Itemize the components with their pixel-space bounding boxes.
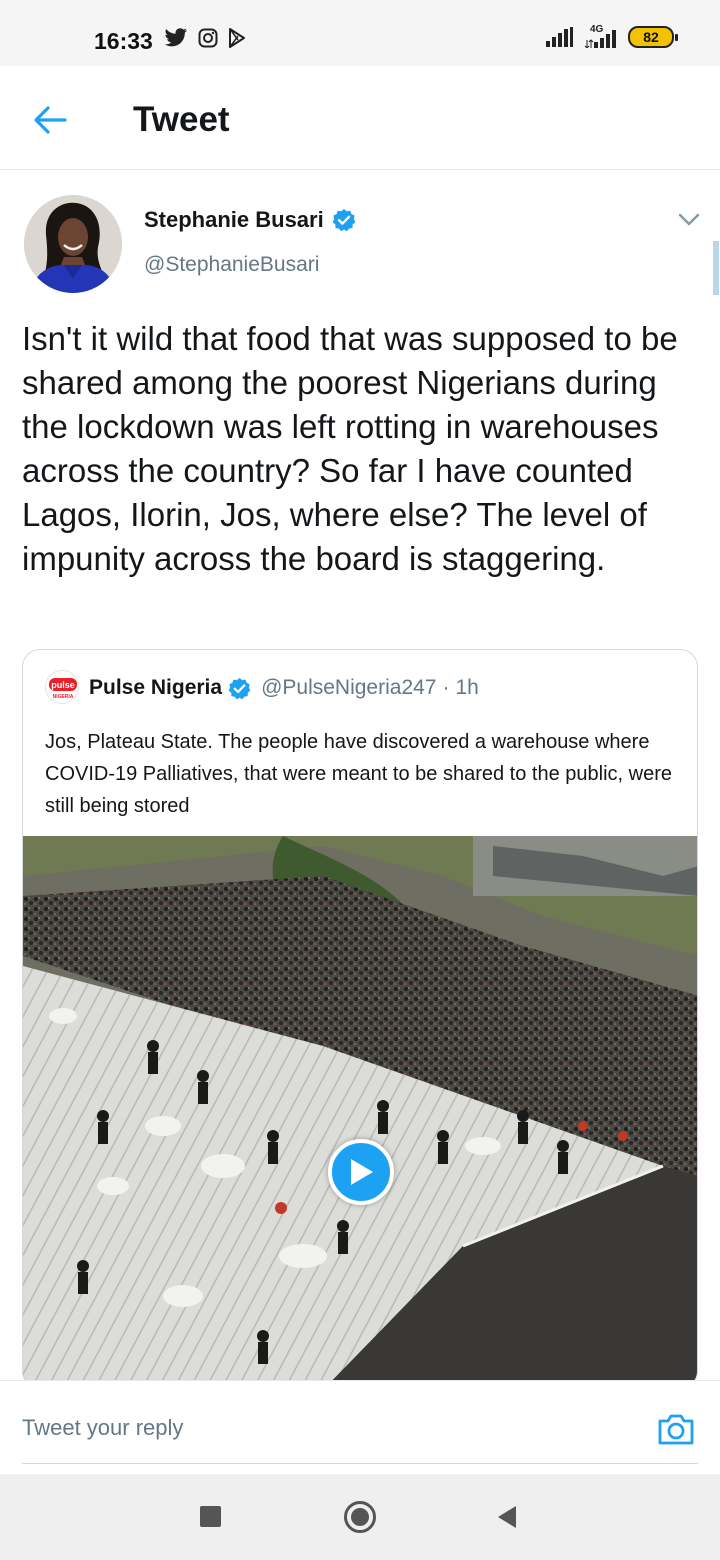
pulse-logo-subtext: NIGERIA <box>53 694 74 700</box>
status-bar: 16:33 4G 82 <box>0 0 720 66</box>
status-time: 16:33 <box>94 28 153 54</box>
pulse-logo-text: pulse <box>51 680 75 690</box>
quoted-tweet-text: Jos, Plateau State. The people have disc… <box>45 731 672 817</box>
notification-icons <box>164 28 246 48</box>
video-thumbnail[interactable] <box>23 836 697 1388</box>
quoted-tweet[interactable]: pulse NIGERIA Pulse Nigeria @PulseNigeri… <box>22 649 698 1389</box>
signal-4g-icon: 4G <box>584 24 618 48</box>
time-separator: · <box>442 676 450 699</box>
reply-divider <box>22 1463 698 1464</box>
twitter-icon <box>164 28 188 47</box>
quoted-author-handle: @PulseNigeria247 <box>261 676 437 699</box>
author-name[interactable]: Stephanie Busari <box>144 207 356 233</box>
recents-button[interactable] <box>200 1506 221 1527</box>
author-name-text: Stephanie Busari <box>144 207 324 232</box>
reply-input[interactable]: Tweet your reply <box>22 1415 183 1441</box>
system-indicators: 4G 82 <box>546 24 678 48</box>
back-button[interactable] <box>30 100 70 140</box>
pulse-logo: pulse NIGERIA <box>45 670 79 704</box>
camera-icon[interactable] <box>656 1409 696 1449</box>
tweet-text: Isn't it wild that food that was suppose… <box>22 320 678 577</box>
instagram-icon <box>198 28 218 48</box>
author-handle[interactable]: @StephanieBusari <box>144 253 319 277</box>
system-nav-bar <box>0 1474 720 1560</box>
quoted-tweet-time: 1h <box>455 676 479 699</box>
play-store-icon <box>229 28 245 48</box>
chevron-down-icon[interactable] <box>674 207 704 231</box>
arrow-left-icon <box>34 106 67 134</box>
verified-badge-icon <box>228 677 251 699</box>
play-icon <box>351 1159 373 1185</box>
verified-badge-icon <box>332 209 356 232</box>
back-triangle-icon[interactable] <box>494 1504 520 1530</box>
reply-bar: Tweet your reply <box>0 1380 720 1474</box>
page-title: Tweet <box>133 100 230 139</box>
app-header: Tweet <box>0 66 720 170</box>
avatar[interactable] <box>24 195 122 293</box>
video-frame <box>23 836 697 1388</box>
home-button[interactable] <box>343 1500 377 1534</box>
quoted-author-name: Pulse Nigeria <box>89 676 223 699</box>
quoted-tweet-header: Pulse Nigeria @PulseNigeria247 · 1h <box>89 676 479 700</box>
play-button[interactable] <box>328 1139 394 1205</box>
signal-icon <box>546 27 573 47</box>
scrollbar[interactable] <box>713 241 719 295</box>
battery-icon: 82 <box>628 26 678 48</box>
